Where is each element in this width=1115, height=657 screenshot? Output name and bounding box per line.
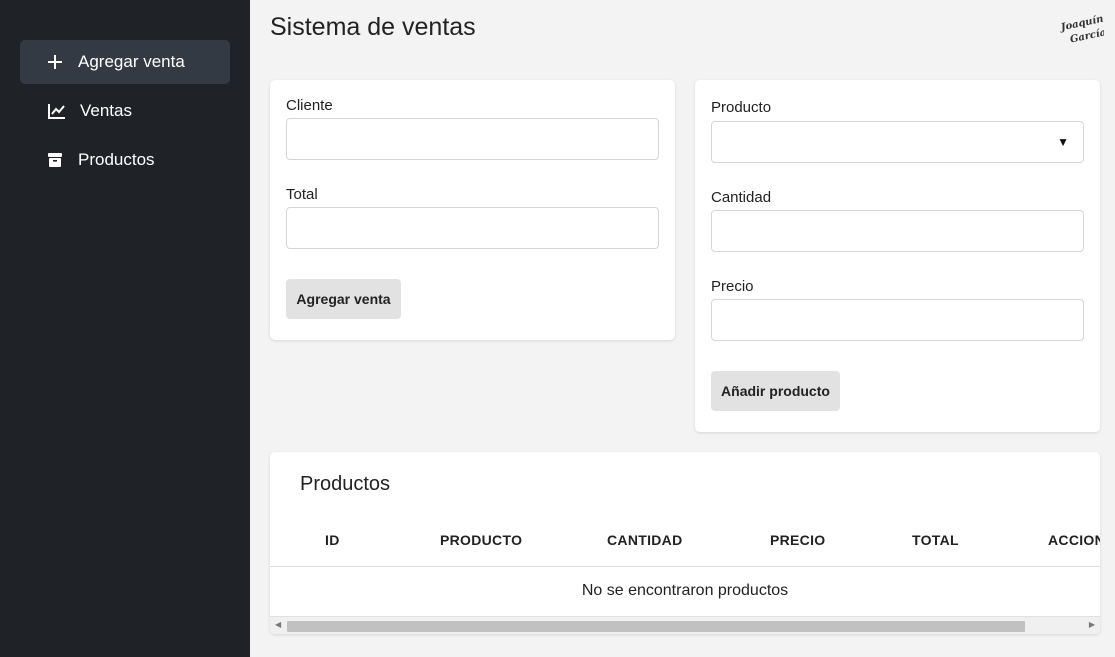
column-header-acciones: ACCIONES — [1048, 532, 1100, 548]
column-header-precio: PRECIO — [770, 532, 826, 548]
scroll-right-icon[interactable]: ▶ — [1089, 620, 1095, 629]
scrollbar-thumb[interactable] — [287, 621, 1025, 632]
products-table-title: Productos — [300, 473, 391, 495]
signature-logo: Joaquín García — [1058, 14, 1107, 46]
products-table-card: Productos ID PRODUCTO CANTIDAD PRECIO TO… — [270, 452, 1100, 634]
cantidad-label: Cantidad — [711, 189, 772, 206]
sidebar-item-productos[interactable]: Productos — [20, 138, 230, 182]
cliente-label: Cliente — [286, 97, 333, 114]
caret-down-icon: ▼ — [1057, 135, 1069, 149]
column-header-total: TOTAL — [912, 532, 959, 548]
producto-select[interactable]: ▼ — [711, 121, 1084, 163]
agregar-venta-button[interactable]: Agregar venta — [286, 279, 401, 319]
sidebar-item-agregar-venta[interactable]: Agregar venta — [20, 40, 230, 84]
table-empty-message: No se encontraron productos — [581, 582, 789, 599]
precio-input[interactable] — [711, 299, 1084, 341]
sidebar-item-label: Productos — [78, 150, 155, 169]
sidebar: Agregar venta Ventas Productos — [0, 0, 250, 657]
total-input[interactable] — [286, 207, 659, 249]
column-header-producto: PRODUCTO — [440, 532, 523, 548]
scroll-left-icon[interactable]: ◀ — [275, 620, 281, 629]
sale-form-card: Cliente Total Agregar venta — [270, 80, 675, 340]
column-header-id: ID — [325, 532, 340, 548]
precio-label: Precio — [711, 278, 754, 295]
horizontal-scrollbar[interactable]: ◀ ▶ — [270, 616, 1100, 634]
page-title: Sistema de ventas — [270, 13, 476, 41]
cantidad-input[interactable] — [711, 210, 1084, 252]
product-form-card: Producto ▼ Cantidad Precio Añadir produc… — [695, 80, 1100, 432]
total-label: Total — [286, 186, 318, 203]
sidebar-item-label: Ventas — [80, 101, 132, 120]
box-icon — [46, 151, 64, 169]
anadir-producto-button[interactable]: Añadir producto — [711, 371, 840, 411]
sidebar-item-ventas[interactable]: Ventas — [20, 89, 230, 133]
column-header-cantidad: CANTIDAD — [607, 532, 683, 548]
producto-label: Producto — [711, 99, 772, 116]
chart-line-icon — [48, 102, 66, 120]
sidebar-item-label: Agregar venta — [78, 52, 185, 71]
plus-icon — [46, 53, 64, 71]
cliente-input[interactable] — [286, 118, 659, 160]
